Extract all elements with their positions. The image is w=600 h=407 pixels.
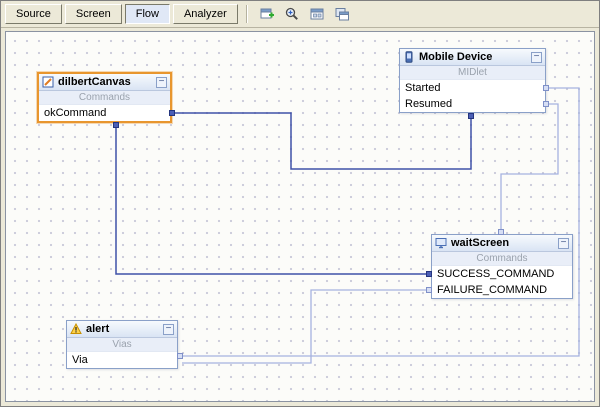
component-mobile-device[interactable]: Mobile Device − MIDlet Started Resumed [399, 48, 546, 113]
connection-failure-command-to-alert[interactable] [182, 289, 427, 364]
flow-canvas-container: dilbertCanvas − Commands okCommand Mobil… [5, 31, 595, 402]
via-item[interactable]: Via [67, 352, 177, 368]
view-toolbar: Source Screen Flow Analyzer [1, 1, 599, 28]
component-header: waitScreen − [432, 235, 572, 252]
section-label: MIDlet [400, 66, 545, 80]
connection-resumed-to-waitScreen[interactable] [500, 103, 559, 230]
alert-warning-icon [70, 323, 82, 335]
command-item[interactable]: SUCCESS_COMMAND [432, 266, 572, 282]
component-title: Mobile Device [419, 51, 493, 63]
fit-diagram-button[interactable] [306, 4, 328, 24]
zoom-icon [285, 7, 298, 20]
flow-canvas[interactable]: dilbertCanvas − Commands okCommand Mobil… [6, 32, 594, 401]
tab-screen[interactable]: Screen [64, 4, 122, 24]
mobile-device-icon [403, 51, 415, 63]
connection-okCommand-to-mobile-device[interactable] [172, 112, 472, 170]
section-label: Commands [432, 252, 572, 266]
connection-started-to-alert[interactable] [182, 87, 580, 357]
midlet-event-item[interactable]: Resumed [400, 96, 545, 112]
midlet-event-item[interactable]: Started [400, 80, 545, 96]
collapse-button[interactable]: − [156, 76, 167, 88]
connector-port[interactable] [177, 353, 183, 359]
command-item[interactable]: FAILURE_COMMAND [432, 282, 572, 298]
component-waitScreen[interactable]: waitScreen − Commands SUCCESS_COMMAND FA… [431, 234, 573, 299]
toolbar-separator [245, 5, 248, 23]
zoom-button[interactable] [281, 4, 303, 24]
tab-source[interactable]: Source [5, 4, 62, 24]
connector-port[interactable] [113, 122, 119, 128]
component-header: alert − [67, 321, 177, 338]
fit-diagram-icon [310, 8, 324, 20]
collapse-button[interactable]: − [558, 237, 569, 249]
connector-port[interactable] [468, 113, 474, 119]
component-dilbertCanvas[interactable]: dilbertCanvas − Commands okCommand [37, 72, 172, 123]
component-title: waitScreen [451, 237, 510, 249]
export-image-button[interactable] [331, 4, 353, 24]
collapse-button[interactable]: − [163, 323, 174, 335]
tab-flow[interactable]: Flow [124, 4, 170, 24]
component-alert[interactable]: alert − Vias Via [66, 320, 178, 369]
new-component-icon [260, 8, 274, 19]
section-label: Commands [39, 91, 170, 105]
screen-icon [435, 237, 447, 249]
section-label: Vias [67, 338, 177, 352]
flow-designer-window: Source Screen Flow Analyzer dilbertCanva… [0, 0, 600, 407]
command-item[interactable]: okCommand [39, 105, 170, 121]
connection-success-command-to-dilbertCanvas[interactable] [115, 125, 427, 275]
tab-analyzer[interactable]: Analyzer [172, 4, 238, 24]
collapse-button[interactable]: − [531, 51, 542, 63]
new-component-button[interactable] [256, 4, 278, 24]
component-header: dilbertCanvas − [39, 74, 170, 91]
component-title: alert [86, 323, 110, 335]
component-header: Mobile Device − [400, 49, 545, 66]
export-image-icon [335, 8, 349, 21]
canvas-icon [42, 76, 54, 88]
component-title: dilbertCanvas [58, 76, 131, 88]
